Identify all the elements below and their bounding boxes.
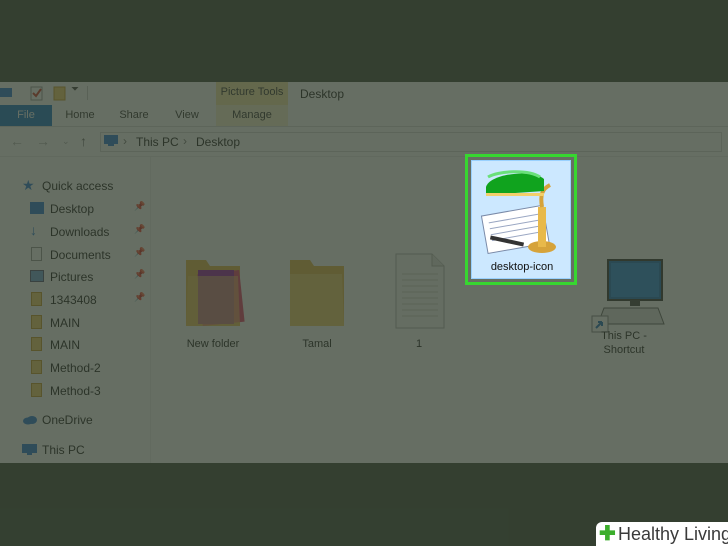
file-list: New folder Tamal 1 This PC - Shortcut: [151, 157, 728, 463]
chevron-right-icon: ›: [183, 134, 187, 148]
address-bar[interactable]: › This PC › Desktop: [100, 132, 722, 152]
text-document-icon: [395, 253, 445, 329]
computer-icon: [22, 444, 37, 455]
tab-home[interactable]: Home: [56, 105, 104, 126]
back-arrow-icon[interactable]: ←: [10, 133, 24, 149]
sidebar-item-documents[interactable]: Documents 📌: [0, 245, 150, 265]
file-label: New folder: [186, 338, 240, 350]
forward-arrow-icon[interactable]: →: [36, 133, 50, 149]
up-arrow-icon[interactable]: ↑: [80, 133, 87, 149]
pin-icon[interactable]: 📌: [134, 224, 145, 235]
computer-shortcut-icon: [591, 259, 665, 333]
folder-icon: [31, 383, 42, 397]
sidebar-item-label: Pictures: [50, 270, 94, 284]
folder-with-image-icon: [186, 260, 245, 327]
file-label: desktop-icon: [490, 261, 554, 273]
customize-toolbar-icon[interactable]: ⏷: [71, 84, 79, 95]
breadcrumb-desktop[interactable]: Desktop: [196, 135, 240, 149]
explorer-icon[interactable]: [0, 86, 14, 100]
sidebar-item-label: Documents: [50, 248, 111, 262]
download-icon: ↓: [30, 222, 37, 238]
file-item-desktop-icon[interactable]: desktop-icon: [471, 160, 571, 279]
tab-share[interactable]: Share: [110, 105, 158, 126]
documents-icon: [31, 247, 42, 261]
cloud-icon: [23, 416, 37, 425]
sidebar-item-onedrive[interactable]: OneDrive: [0, 410, 150, 430]
folder-icon: [31, 337, 42, 351]
sidebar-item-label: MAIN: [50, 338, 80, 352]
sidebar-item-method-3[interactable]: Method-3: [0, 381, 150, 401]
highlight-frame: desktop-icon: [465, 154, 577, 285]
picture-tools-label: Picture Tools: [216, 82, 288, 105]
sidebar-item-label: OneDrive: [42, 413, 93, 427]
properties-icon[interactable]: [30, 86, 44, 102]
window-title: Desktop: [300, 87, 345, 101]
file-item-new-folder[interactable]: New folder: [173, 252, 253, 351]
sidebar-item-main[interactable]: MAIN: [0, 335, 150, 355]
pictures-icon: [30, 270, 44, 282]
chevron-right-icon: ›: [123, 134, 127, 148]
recent-locations-icon[interactable]: ⌄: [62, 136, 70, 147]
sidebar-item-label: Downloads: [50, 225, 110, 239]
file-label: Tamal: [302, 338, 332, 350]
folder-icon: [290, 260, 344, 326]
pin-icon[interactable]: 📌: [134, 269, 145, 280]
sidebar-item-label: Quick access: [42, 179, 114, 193]
title-bar: ⏷ Picture Tools Desktop: [0, 82, 728, 105]
file-item-this-pc-shortcut[interactable]: This PC - Shortcut: [584, 252, 665, 357]
desktop-icon: [30, 202, 44, 214]
file-item-1[interactable]: 1: [379, 252, 459, 351]
new-folder-icon[interactable]: [53, 86, 67, 102]
pin-icon[interactable]: 📌: [134, 201, 145, 212]
sidebar-item-label: MAIN: [50, 316, 80, 330]
sidebar-item-desktop[interactable]: Desktop 📌: [0, 199, 150, 219]
sidebar-item-label: Method-2: [50, 361, 101, 375]
this-pc-icon: [104, 135, 118, 146]
folder-icon: [31, 360, 42, 374]
sidebar-item-downloads[interactable]: ↓ Downloads 📌: [0, 222, 150, 242]
sidebar-item-label: Method-3: [50, 384, 101, 398]
plus-icon: ✚: [599, 523, 616, 545]
file-item-tamal[interactable]: Tamal: [277, 252, 357, 351]
sidebar-item-label: Desktop: [50, 202, 95, 216]
watermark-text: Healthy Living: [618, 524, 728, 544]
sidebar-item-1343408[interactable]: 1343408 📌: [0, 290, 150, 310]
tab-manage[interactable]: Manage: [216, 105, 288, 126]
tab-view[interactable]: View: [164, 105, 210, 126]
sidebar-item-label: 1343408: [50, 293, 97, 307]
star-icon: ★: [22, 177, 35, 193]
tab-file[interactable]: File: [0, 105, 52, 126]
navigation-bar: ← → ⌄ ↑ › This PC › Desktop: [0, 127, 728, 157]
ribbon-tabs: File Home Share View Manage: [0, 105, 728, 127]
lamp-icon: [480, 170, 556, 255]
sidebar-item-method-2[interactable]: Method-2: [0, 358, 150, 378]
watermark: ✚ Healthy Living: [596, 522, 728, 546]
file-label: 1: [415, 338, 423, 350]
folder-icon: [31, 315, 42, 329]
navigation-pane: ★ Quick access Desktop 📌 ↓ Downloads 📌 D…: [0, 157, 151, 463]
sidebar-item-this-pc[interactable]: This PC: [0, 440, 150, 460]
folder-icon: [31, 292, 42, 306]
breadcrumb-this-pc[interactable]: This PC: [136, 135, 179, 149]
pin-icon[interactable]: 📌: [134, 292, 145, 303]
sidebar-item-label: This PC: [42, 443, 85, 457]
sidebar-item-pictures[interactable]: Pictures 📌: [0, 267, 150, 287]
sidebar-item-main[interactable]: MAIN: [0, 313, 150, 333]
pin-icon[interactable]: 📌: [134, 247, 145, 258]
file-explorer-window: ⏷ Picture Tools Desktop File Home Share …: [0, 82, 728, 463]
sidebar-item-quick-access[interactable]: ★ Quick access: [0, 176, 150, 196]
